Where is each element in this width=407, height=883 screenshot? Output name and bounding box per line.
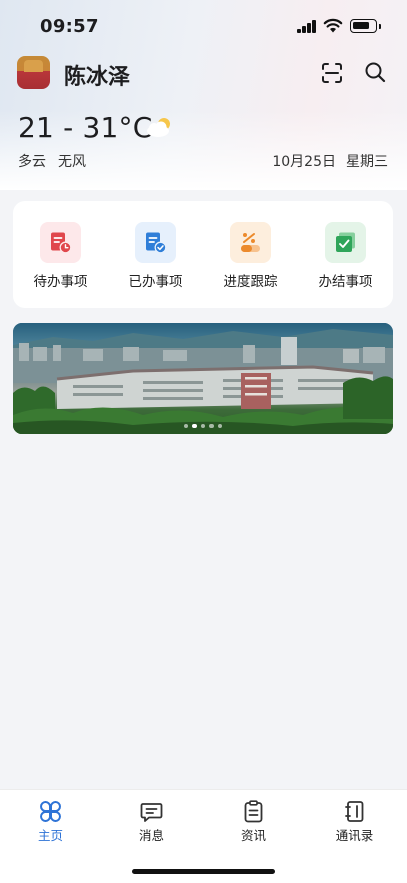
wind-status: 无风: [58, 154, 86, 170]
banner-dot[interactable]: [183, 423, 189, 428]
weekday-text: 星期三: [346, 154, 388, 170]
tab-label: 通讯录: [335, 828, 374, 843]
banner-dot[interactable]: [217, 423, 223, 428]
wifi-icon: [323, 18, 343, 33]
weather-condition: 多云: [18, 154, 46, 170]
weather-panel: 21 - 31°C 多云 无风 10月25日 星期三: [0, 108, 407, 178]
scan-icon[interactable]: [321, 62, 343, 84]
quick-action-completed[interactable]: 办结事项: [298, 201, 393, 308]
battery-icon: [350, 19, 381, 33]
campus-photo: [13, 323, 393, 434]
campus-banner[interactable]: [13, 323, 393, 434]
status-time: 09:57: [40, 16, 99, 37]
progress-tracking-icon: [230, 222, 271, 263]
tab-label: 资讯: [240, 828, 266, 843]
partly-cloudy-icon: [147, 118, 170, 137]
search-icon[interactable]: [364, 61, 386, 83]
done-tasks-icon: [135, 222, 176, 263]
cellular-signal-icon: [297, 20, 317, 33]
tab-label: 消息: [138, 828, 164, 843]
user-name: 陈冰泽: [64, 65, 131, 90]
banner-pagination: [13, 420, 393, 428]
tab-news[interactable]: 资讯: [203, 790, 304, 850]
quick-action-label: 待办事项: [33, 274, 88, 290]
status-bar: 09:57: [0, 0, 407, 54]
quick-actions-card: 待办事项 已办事项 进度跟踪 办结事项: [13, 201, 393, 308]
avatar[interactable]: [17, 56, 50, 89]
pending-tasks-icon: [40, 222, 81, 263]
message-icon: [140, 803, 163, 822]
home-grid-icon: [40, 801, 61, 822]
temperature-range: 21 - 31°C: [18, 111, 153, 144]
banner-dot-active[interactable]: [192, 423, 197, 428]
quick-action-label: 办结事项: [318, 274, 373, 290]
banner-dot[interactable]: [209, 423, 214, 428]
quick-action-label: 已办事项: [128, 274, 183, 290]
quick-action-label: 进度跟踪: [223, 274, 278, 290]
user-header: 陈冰泽: [0, 54, 407, 94]
home-screen: 09:57 陈冰泽 21 - 31°C 多云 无风 10月25日 星期三 待办事…: [0, 0, 407, 883]
quick-action-progress[interactable]: 进度跟踪: [203, 201, 298, 308]
quick-action-done[interactable]: 已办事项: [108, 201, 203, 308]
home-indicator: [132, 869, 275, 874]
date-display: 10月25日 星期三: [272, 151, 388, 171]
contacts-icon: [345, 801, 364, 822]
banner-dot[interactable]: [200, 423, 206, 428]
tab-label: 主页: [37, 828, 63, 843]
news-icon: [244, 800, 263, 823]
tab-home[interactable]: 主页: [0, 790, 101, 850]
tab-contacts[interactable]: 通讯录: [304, 790, 405, 850]
tab-messages[interactable]: 消息: [101, 790, 202, 850]
date-text: 10月25日: [272, 154, 336, 170]
quick-action-pending[interactable]: 待办事项: [13, 201, 108, 308]
completed-items-icon: [325, 222, 366, 263]
